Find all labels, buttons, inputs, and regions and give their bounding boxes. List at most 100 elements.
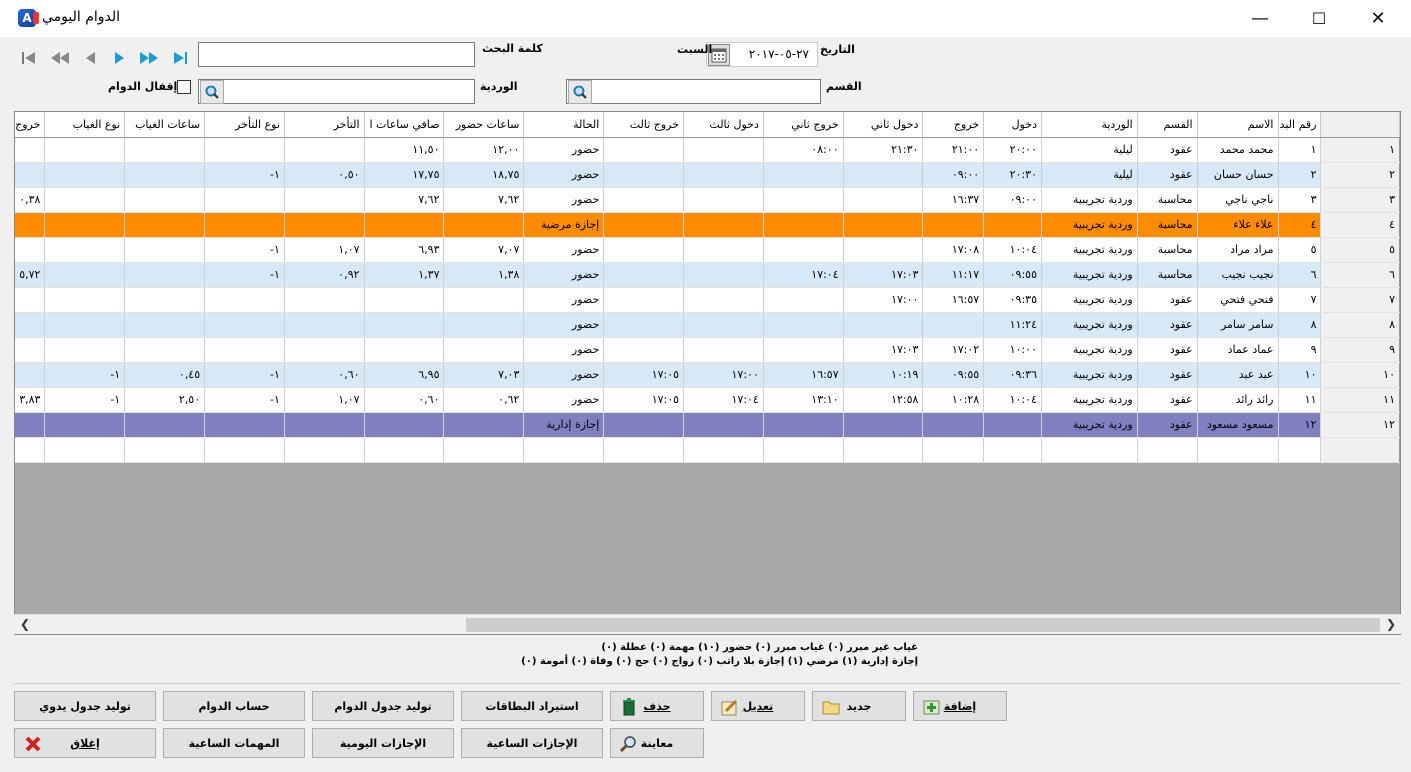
row-number[interactable]: ٧ [1320, 287, 1400, 313]
new-button[interactable]: جديد [812, 691, 906, 721]
table-cell[interactable]: ليلية [1041, 137, 1138, 163]
attendance-grid[interactable]: رقم البد الاسم القسم الوردية دخول خروج دخول ثا… [14, 111, 1401, 635]
table-cell[interactable]: ليلية [1041, 162, 1138, 188]
table-cell[interactable] [44, 187, 126, 213]
table-cell[interactable] [683, 337, 764, 363]
daily-leaves-button[interactable]: الإجازات اليومية [312, 728, 454, 758]
table-cell[interactable] [204, 412, 285, 438]
table-cell[interactable] [44, 437, 126, 463]
column-header[interactable]: نوع الغياب [44, 112, 126, 138]
table-cell[interactable]: ١ [1278, 137, 1322, 163]
table-cell[interactable]: حضور [523, 237, 605, 263]
row-number[interactable]: ٩ [1320, 337, 1400, 363]
table-cell[interactable] [284, 287, 365, 313]
table-cell[interactable] [364, 337, 445, 363]
table-cell[interactable]: حضور [523, 187, 605, 213]
table-cell[interactable]: عقود [1137, 362, 1198, 388]
table-cell[interactable] [843, 312, 924, 338]
table-cell[interactable]: رائد رائد [1197, 387, 1279, 413]
table-cell[interactable] [922, 312, 985, 338]
column-header[interactable]: رقم البد [1278, 112, 1322, 138]
table-row[interactable]: ١ ١ محمد محمد عقود ليلية ٢٠:٠٠ ٢١:٠٠ ٢١:٣٠ ٠٨:٠٠… [15, 137, 1400, 163]
hourly-leaves-button[interactable]: الإجازات الساعية [461, 728, 603, 758]
row-number[interactable]: ١٢ [1320, 412, 1400, 438]
table-cell[interactable]: ١٠:٠٠ [983, 337, 1042, 363]
table-cell[interactable]: فتحي فتحي [1197, 287, 1279, 313]
column-header[interactable]: دخول ثاني [843, 112, 924, 138]
fast-back-icon[interactable] [49, 47, 71, 69]
table-cell[interactable]: محمد محمد [1197, 137, 1279, 163]
table-cell[interactable] [843, 187, 924, 213]
column-header[interactable]: نوع التأخر [204, 112, 285, 138]
table-cell[interactable]: وردية تجريبية [1041, 387, 1138, 413]
table-cell[interactable]: ١١:٢٤ [983, 312, 1042, 338]
table-cell[interactable] [284, 212, 365, 238]
table-cell[interactable]: ١٧,٧٥ [364, 162, 445, 188]
shift-input[interactable] [198, 79, 475, 104]
table-cell[interactable] [843, 437, 924, 463]
table-cell[interactable] [683, 162, 764, 188]
table-cell[interactable]: ١٣:١٠ [763, 387, 844, 413]
table-cell[interactable]: مراد مراد [1197, 237, 1279, 263]
column-header[interactable]: الوردية [1041, 112, 1138, 138]
table-cell[interactable]: عقود [1137, 387, 1198, 413]
table-cell[interactable] [284, 337, 365, 363]
close-window-button[interactable]: ✕ [1349, 0, 1407, 37]
column-header[interactable]: خروج [15, 112, 46, 138]
table-cell[interactable] [124, 187, 206, 213]
table-cell[interactable] [603, 287, 685, 313]
table-cell[interactable]: ١٧:٠٤ [683, 387, 764, 413]
table-cell[interactable]: ١- [204, 387, 285, 413]
table-cell[interactable]: عقود [1137, 162, 1198, 188]
table-cell[interactable] [364, 212, 445, 238]
table-cell[interactable] [124, 337, 206, 363]
scroll-right-icon[interactable]: ❯ [1386, 617, 1396, 631]
table-cell[interactable] [763, 437, 844, 463]
delete-button[interactable]: حذف [610, 691, 704, 721]
row-number[interactable]: ٣ [1320, 187, 1400, 213]
table-cell[interactable]: ١- [44, 362, 126, 388]
table-cell[interactable] [204, 437, 285, 463]
preview-button[interactable]: معاينة [610, 728, 704, 758]
row-number[interactable]: ١٠ [1320, 362, 1400, 388]
table-cell[interactable] [603, 312, 685, 338]
table-row[interactable]: ١٠ ١٠ عبد عبد عقود وردية تجريبية ٠٩:٣٦ ٠٩:٥٥ ١٠… [15, 362, 1400, 388]
shift-search-icon[interactable] [200, 80, 224, 104]
table-cell[interactable] [364, 437, 445, 463]
column-header[interactable]: الاسم [1197, 112, 1279, 138]
table-cell[interactable]: ٠٩:٠٠ [922, 162, 985, 188]
table-row[interactable]: ٤ ٤ علاء علاء محاسبة وردية تجريبية إجازة مرضي… [15, 212, 1400, 238]
column-header[interactable]: القسم [1137, 112, 1198, 138]
table-cell[interactable]: عقود [1137, 337, 1198, 363]
table-cell[interactable] [1197, 437, 1279, 463]
table-cell[interactable]: ٧ [1278, 287, 1322, 313]
hourly-tasks-button[interactable]: المهمات الساعية [163, 728, 305, 758]
column-header[interactable]: دخول ثالث [683, 112, 764, 138]
table-cell[interactable] [1137, 437, 1198, 463]
table-cell[interactable]: ٠,٥٠ [284, 162, 365, 188]
table-cell[interactable] [15, 412, 46, 438]
table-cell[interactable] [443, 312, 525, 338]
department-search-icon[interactable] [568, 80, 592, 104]
column-header[interactable]: ساعات الغياب [124, 112, 206, 138]
table-cell[interactable]: عقود [1137, 287, 1198, 313]
table-cell[interactable]: ١٦:٣٧ [922, 187, 985, 213]
table-cell[interactable] [603, 337, 685, 363]
table-cell[interactable] [15, 212, 46, 238]
table-cell[interactable] [204, 287, 285, 313]
table-cell[interactable]: ٢١:٣٠ [843, 137, 924, 163]
table-cell[interactable]: ١,٣٧ [364, 262, 445, 288]
table-cell[interactable] [763, 312, 844, 338]
table-cell[interactable] [443, 212, 525, 238]
table-cell[interactable]: حضور [523, 137, 605, 163]
table-cell[interactable] [603, 187, 685, 213]
horizontal-scrollbar[interactable]: ❮ ❯ [14, 614, 1401, 634]
table-cell[interactable]: ١٧:٠٠ [843, 287, 924, 313]
table-cell[interactable]: ٠٩:٥٥ [922, 362, 985, 388]
table-cell[interactable] [15, 137, 46, 163]
table-cell[interactable] [443, 287, 525, 313]
table-cell[interactable]: ١٠ [1278, 362, 1322, 388]
table-cell[interactable]: وردية تجريبية [1041, 187, 1138, 213]
column-header[interactable]: خروج [922, 112, 985, 138]
table-cell[interactable] [364, 312, 445, 338]
